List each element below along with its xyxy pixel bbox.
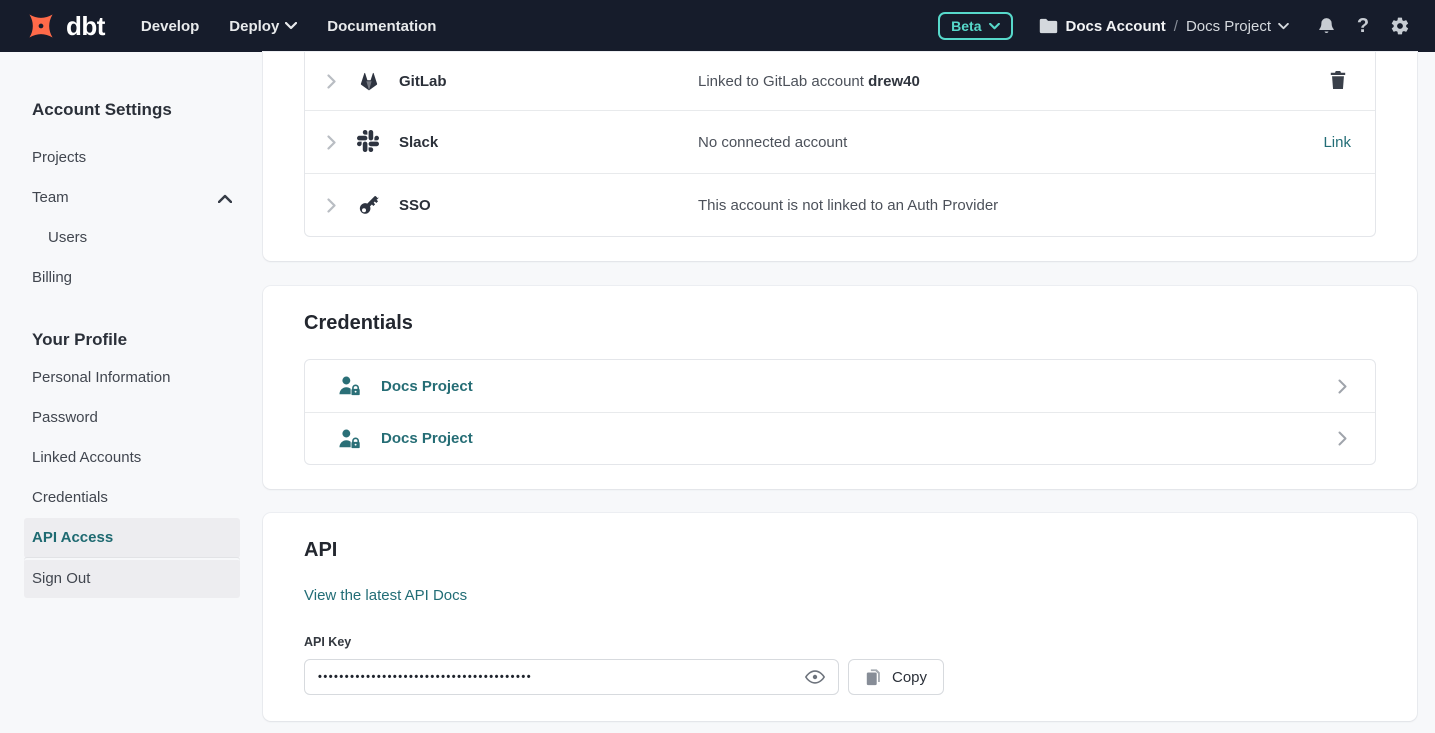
dbt-mark-icon (24, 9, 58, 43)
api-key-masked-value: •••••••••••••••••••••••••••••••••••••••• (318, 659, 798, 695)
sidebar-item-api-access[interactable]: API Access (24, 518, 240, 558)
nav-develop[interactable]: Develop (141, 18, 199, 35)
slack-link-button[interactable]: Link (1323, 134, 1351, 151)
brand-name: dbt (66, 11, 105, 42)
sso-status: This account is not linked to an Auth Pr… (698, 197, 998, 214)
chevron-right-icon (1338, 431, 1347, 446)
sidebar-item-label: Password (32, 398, 98, 438)
sidebar-item-users[interactable]: Users (24, 218, 240, 258)
top-navbar: dbt Develop Deploy Documentation Beta Do… (0, 0, 1435, 52)
sidebar-item-label: Linked Accounts (32, 438, 141, 478)
sidebar-item-linked-accounts[interactable]: Linked Accounts (24, 438, 240, 478)
api-card: API View the latest API Docs API Key •••… (263, 513, 1417, 721)
credentials-list: Docs Project Docs Project (304, 359, 1376, 465)
breadcrumb: Docs Account / Docs Project (1039, 18, 1290, 35)
linked-account-row-sso: SSO This account is not linked to an Aut… (305, 173, 1375, 236)
slack-icon (357, 130, 381, 154)
gitlab-icon (357, 69, 381, 93)
gitlab-status: Linked to GitLab account drew40 (698, 73, 920, 90)
credential-project-name: Docs Project (381, 430, 473, 447)
breadcrumb-separator: / (1174, 18, 1178, 35)
delete-gitlab-link-button[interactable] (1329, 70, 1351, 92)
chevron-right-icon[interactable] (327, 135, 336, 150)
chevron-down-icon (285, 22, 297, 30)
api-key-input[interactable]: •••••••••••••••••••••••••••••••••••••••• (304, 659, 839, 695)
sidebar-item-label: Sign Out (32, 559, 90, 599)
chevron-up-icon (218, 194, 232, 203)
sidebar-item-label: Billing (32, 258, 72, 298)
linked-account-row-slack: Slack No connected account Link (305, 110, 1375, 173)
sidebar-item-label: API Access (32, 518, 113, 558)
sidebar-item-billing[interactable]: Billing (24, 258, 240, 298)
credential-project-name: Docs Project (381, 378, 473, 395)
help-icon[interactable]: ? (1352, 15, 1374, 37)
sidebar-item-credentials[interactable]: Credentials (24, 478, 240, 518)
chevron-down-icon (1278, 23, 1289, 30)
copy-button-label: Copy (892, 669, 927, 686)
chevron-right-icon[interactable] (327, 198, 336, 213)
chevron-right-icon[interactable] (327, 74, 336, 89)
nav-deploy[interactable]: Deploy (229, 18, 297, 35)
sidebar-item-label: Credentials (32, 478, 108, 518)
linked-accounts-card: GitLab Linked to GitLab account drew40 S… (263, 52, 1417, 261)
settings-gear-icon[interactable] (1389, 15, 1411, 37)
credential-row[interactable]: Docs Project (305, 412, 1375, 464)
sidebar-item-team[interactable]: Team (24, 178, 240, 218)
credentials-title: Credentials (304, 310, 1376, 336)
linked-account-row-gitlab: GitLab Linked to GitLab account drew40 (305, 52, 1375, 110)
service-name: SSO (399, 197, 431, 214)
nav-deploy-label: Deploy (229, 18, 279, 35)
sidebar-item-label: Projects (32, 138, 86, 178)
folder-icon (1039, 18, 1058, 34)
sidebar-item-label: Personal Information (32, 358, 170, 398)
notifications-bell-icon[interactable] (1315, 15, 1337, 37)
beta-label: Beta (951, 18, 981, 34)
linked-accounts-list: GitLab Linked to GitLab account drew40 S… (304, 52, 1376, 237)
service-name: Slack (399, 134, 438, 151)
sidebar-item-personal-information[interactable]: Personal Information (24, 358, 240, 398)
slack-status: No connected account (698, 134, 847, 151)
settings-sidebar: Account Settings Projects Team Users Bil… (0, 52, 263, 733)
chevron-down-icon (989, 23, 1000, 30)
credential-row[interactable]: Docs Project (305, 360, 1375, 412)
sidebar-item-projects[interactable]: Projects (24, 138, 240, 178)
help-glyph: ? (1357, 15, 1369, 38)
breadcrumb-project-label: Docs Project (1186, 18, 1271, 35)
api-title: API (304, 537, 1376, 563)
sidebar-item-sign-out[interactable]: Sign Out (24, 558, 240, 598)
sidebar-heading-account-settings: Account Settings (24, 100, 263, 120)
user-lock-icon (338, 375, 362, 397)
chevron-right-icon (1338, 379, 1347, 394)
nav-documentation[interactable]: Documentation (327, 18, 436, 35)
show-api-key-eye-icon[interactable] (804, 666, 826, 688)
beta-dropdown-button[interactable]: Beta (938, 12, 1012, 40)
copy-icon (865, 668, 883, 686)
key-icon (357, 193, 381, 217)
status-text: Linked to GitLab account (698, 73, 868, 90)
copy-api-key-button[interactable]: Copy (848, 659, 944, 695)
breadcrumb-account[interactable]: Docs Account (1066, 18, 1166, 35)
api-key-label: API Key (304, 635, 1376, 649)
api-docs-link[interactable]: View the latest API Docs (304, 587, 467, 604)
service-name: GitLab (399, 73, 447, 90)
sidebar-heading-your-profile: Your Profile (24, 330, 263, 350)
breadcrumb-project-selector[interactable]: Docs Project (1186, 18, 1289, 35)
sidebar-item-label: Team (32, 178, 69, 218)
dbt-logo[interactable]: dbt (24, 9, 105, 43)
credentials-card: Credentials Docs Project Docs Project (263, 286, 1417, 489)
user-lock-icon (338, 428, 362, 450)
sidebar-item-label: Users (48, 218, 87, 258)
linked-username: drew40 (868, 73, 920, 90)
sidebar-item-password[interactable]: Password (24, 398, 240, 438)
